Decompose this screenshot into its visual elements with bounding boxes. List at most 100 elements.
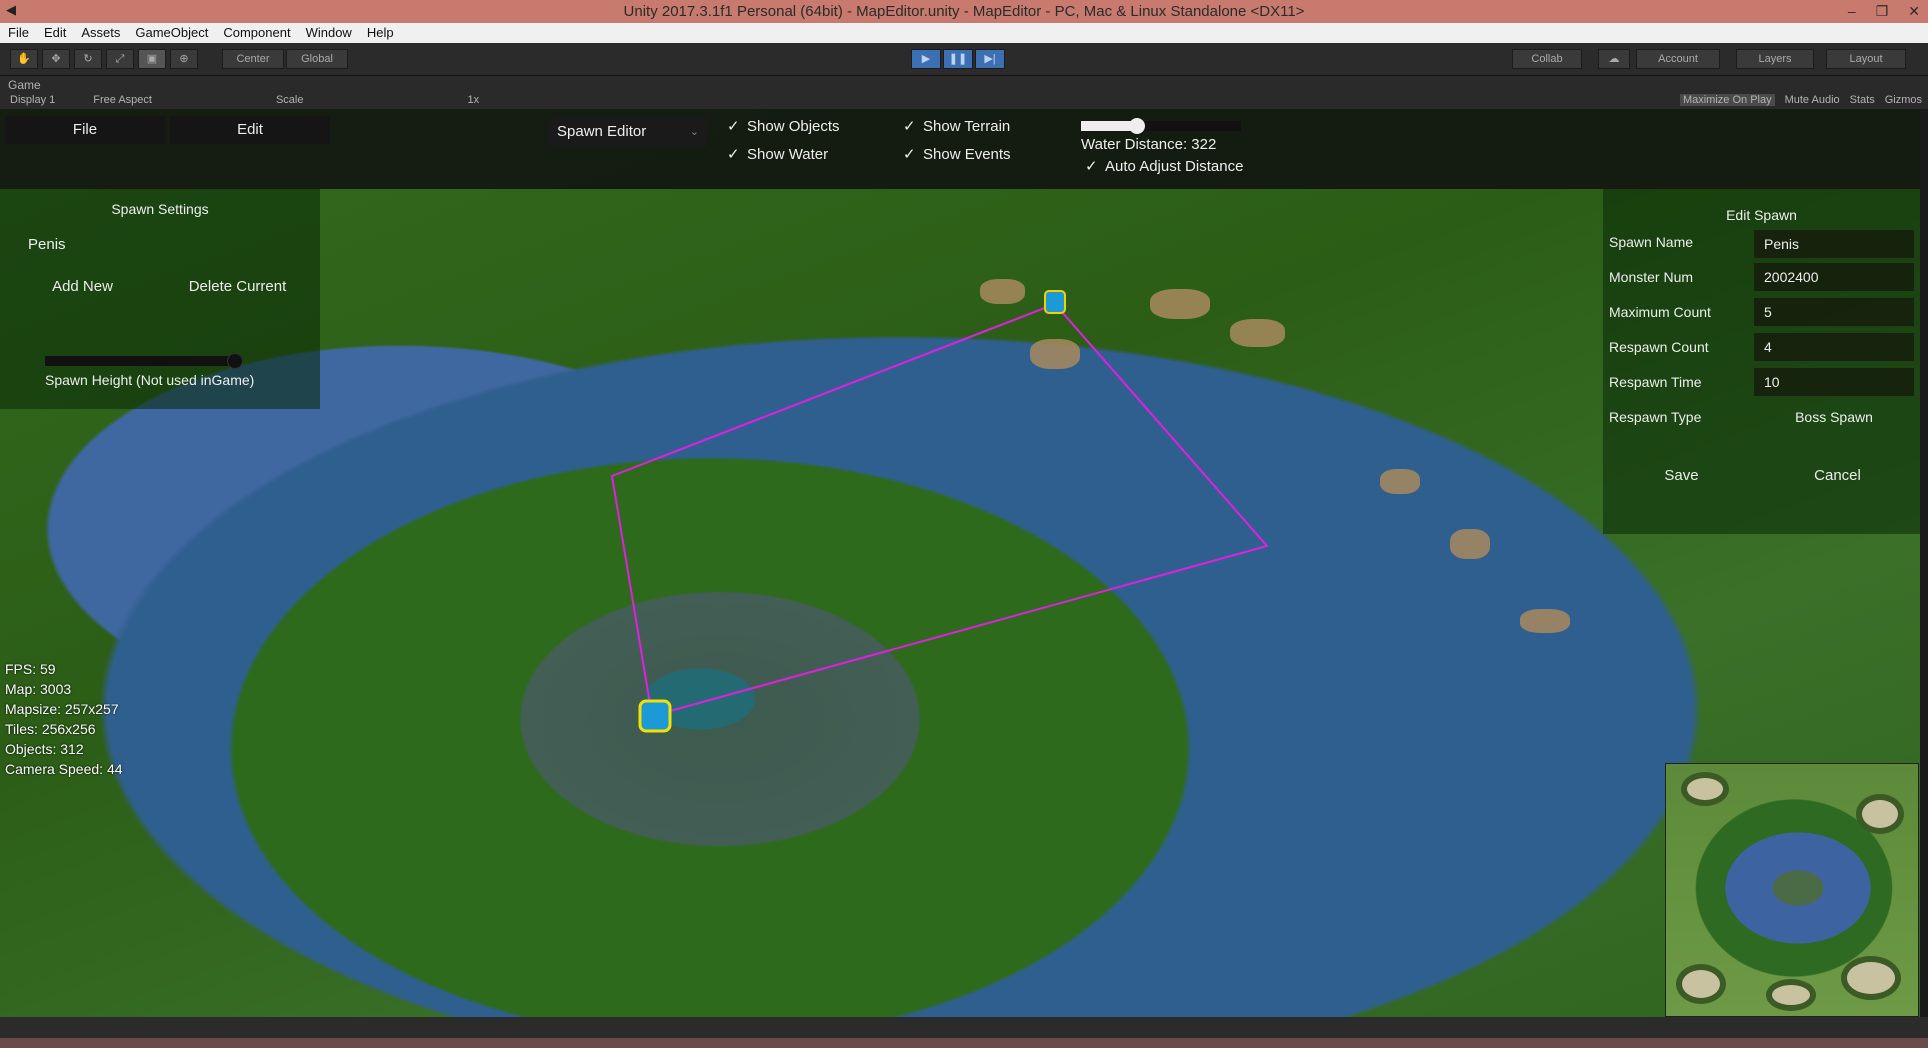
spawn-select[interactable]: Penis [18,231,298,259]
minimap[interactable] [1665,763,1919,1017]
show-terrain-checkbox[interactable]: ✓ Show Terrain [903,117,1010,135]
window-title-bar: ◀ Unity 2017.3.1f1 Personal (64bit) - Ma… [0,0,1928,23]
mode-dropdown-value: Spawn Editor [557,123,647,140]
menu-edit[interactable]: Edit [36,23,73,43]
cloud-icon[interactable]: ☁ [1598,49,1630,69]
edit-spawn-panel: Edit Spawn Spawn Name Penis Monster Num … [1603,189,1920,534]
account-dropdown[interactable]: Account [1636,49,1720,69]
collab-label: Collab [1531,53,1563,65]
pause-button-icon[interactable]: ❚❚ [943,49,973,69]
mode-dropdown[interactable]: Spawn Editor ⌄ [547,118,707,146]
scale-value: 1x [467,94,480,106]
pivot-center-button[interactable]: Center [222,49,284,69]
spawn-height-handle[interactable] [227,353,243,369]
checkmark-icon: ✓ [727,118,740,135]
menu-assets[interactable]: Assets [73,23,127,43]
edit-spawn-title: Edit Spawn [1726,207,1797,223]
play-button-icon[interactable]: ▶ [911,49,941,69]
minimize-button[interactable]: – [1848,0,1856,23]
space-label: Global [301,53,333,65]
stat-objects: Objects: 312 [5,741,84,757]
auto-adjust-label: Auto Adjust Distance [1105,158,1244,175]
aspect-dropdown[interactable]: Free Aspect [93,94,152,106]
gizmos-dropdown[interactable]: Gizmos [1885,94,1922,106]
water-distance-label: Water Distance: 322 [1081,136,1217,153]
game-viewport[interactable]: File Edit Spawn Editor ⌄ ✓ Show Objects ✓… [0,109,1920,1017]
spawn-name-label: Spawn Name [1609,234,1694,250]
minimap-crater [1856,794,1904,834]
monster-num-label: Monster Num [1609,269,1694,285]
hand-tool-icon[interactable]: ✋ [10,49,38,69]
stat-map: Map: 3003 [5,681,72,697]
show-events-checkbox[interactable]: ✓ Show Events [903,145,1011,163]
show-water-label: Show Water [747,146,829,163]
game-tab[interactable]: Game [8,78,41,92]
spawn-select-value: Penis [28,236,66,253]
close-button[interactable]: ✕ [1908,0,1920,23]
step-button-icon[interactable]: ▶| [975,49,1005,69]
menu-component[interactable]: Component [215,23,297,43]
auto-adjust-checkbox[interactable]: ✓ Auto Adjust Distance [1085,157,1243,175]
layers-dropdown[interactable]: Layers [1736,49,1814,69]
minimap-crater [1766,979,1816,1011]
pivot-label: Center [236,53,270,65]
menu-help[interactable]: Help [359,23,401,43]
file-button[interactable]: File [5,116,165,144]
maximum-count-label: Maximum Count [1609,304,1711,320]
show-terrain-label: Show Terrain [923,118,1011,135]
respawn-type-label: Respawn Type [1609,409,1702,425]
stat-tiles: Tiles: 256x256 [5,721,96,737]
maximize-button[interactable]: ❐ [1876,0,1889,23]
spawn-settings-title: Spawn Settings [111,201,209,217]
transform-tool-icon[interactable]: ⊕ [170,49,198,69]
window-title: Unity 2017.3.1f1 Personal (64bit) - MapE… [623,3,1305,20]
unity-toolbar: ✋ ✥ ↻ ⤢ ▣ ⊕ Center Global ▶ ❚❚ ▶| Collab… [0,43,1928,75]
show-water-checkbox[interactable]: ✓ Show Water [727,145,828,163]
minimap-crater [1841,956,1901,1000]
spawn-name-input[interactable]: Penis [1754,230,1914,258]
mute-audio-toggle[interactable]: Mute Audio [1785,94,1840,106]
menu-file[interactable]: File [0,23,36,43]
edit-button[interactable]: Edit [170,116,330,144]
move-tool-icon[interactable]: ✥ [42,49,70,69]
layers-label: Layers [1758,53,1792,65]
display-dropdown[interactable]: Display 1 [10,94,55,106]
respawn-type-dropdown[interactable]: Boss Spawn [1754,403,1914,431]
rotate-tool-icon[interactable]: ↻ [74,49,102,69]
collab-button[interactable]: Collab [1512,49,1582,69]
spawn-height-label: Spawn Height (Not used inGame) [45,372,255,388]
rect-tool-icon[interactable]: ▣ [138,49,166,69]
show-objects-label: Show Objects [747,118,840,135]
maximum-count-input[interactable]: 5 [1754,298,1914,326]
water-distance-handle[interactable] [1129,118,1145,134]
respawn-count-input[interactable]: 4 [1754,333,1914,361]
checkmark-icon: ✓ [903,146,916,163]
scale-tool-icon[interactable]: ⤢ [106,49,134,69]
minimap-crater [1681,772,1729,806]
stat-mapsize: Mapsize: 257x257 [5,701,119,717]
checkmark-icon: ✓ [903,118,916,135]
stats-toggle[interactable]: Stats [1850,94,1875,106]
monster-num-input[interactable]: 2002400 [1754,263,1914,291]
spawn-marker-icon [1044,290,1066,314]
delete-current-button[interactable]: Delete Current [165,272,310,302]
menu-bar: File Edit Assets GameObject Component Wi… [0,23,1928,43]
game-view-header: Game Display 1 Free Aspect Scale 1x Maxi… [0,75,1928,109]
maximize-on-play-toggle[interactable]: Maximize On Play [1679,94,1775,106]
respawn-time-input[interactable]: 10 [1754,368,1914,396]
save-button[interactable]: Save [1609,461,1754,491]
spawn-height-slider[interactable] [45,356,235,366]
chevron-down-icon: ⌄ [689,126,699,138]
menu-gameobject[interactable]: GameObject [127,23,215,43]
layout-label: Layout [1849,53,1883,65]
editor-top-bar: File Edit Spawn Editor ⌄ ✓ Show Objects ✓… [0,109,1920,189]
menu-window[interactable]: Window [298,23,359,43]
layout-dropdown[interactable]: Layout [1826,49,1906,69]
show-objects-checkbox[interactable]: ✓ Show Objects [727,117,840,135]
checkmark-icon: ✓ [727,146,740,163]
minimap-crater [1676,964,1726,1004]
cancel-button[interactable]: Cancel [1765,461,1910,491]
pivot-global-button[interactable]: Global [286,49,348,69]
add-new-button[interactable]: Add New [10,272,155,302]
stat-camera-speed: Camera Speed: 44 [5,761,123,777]
